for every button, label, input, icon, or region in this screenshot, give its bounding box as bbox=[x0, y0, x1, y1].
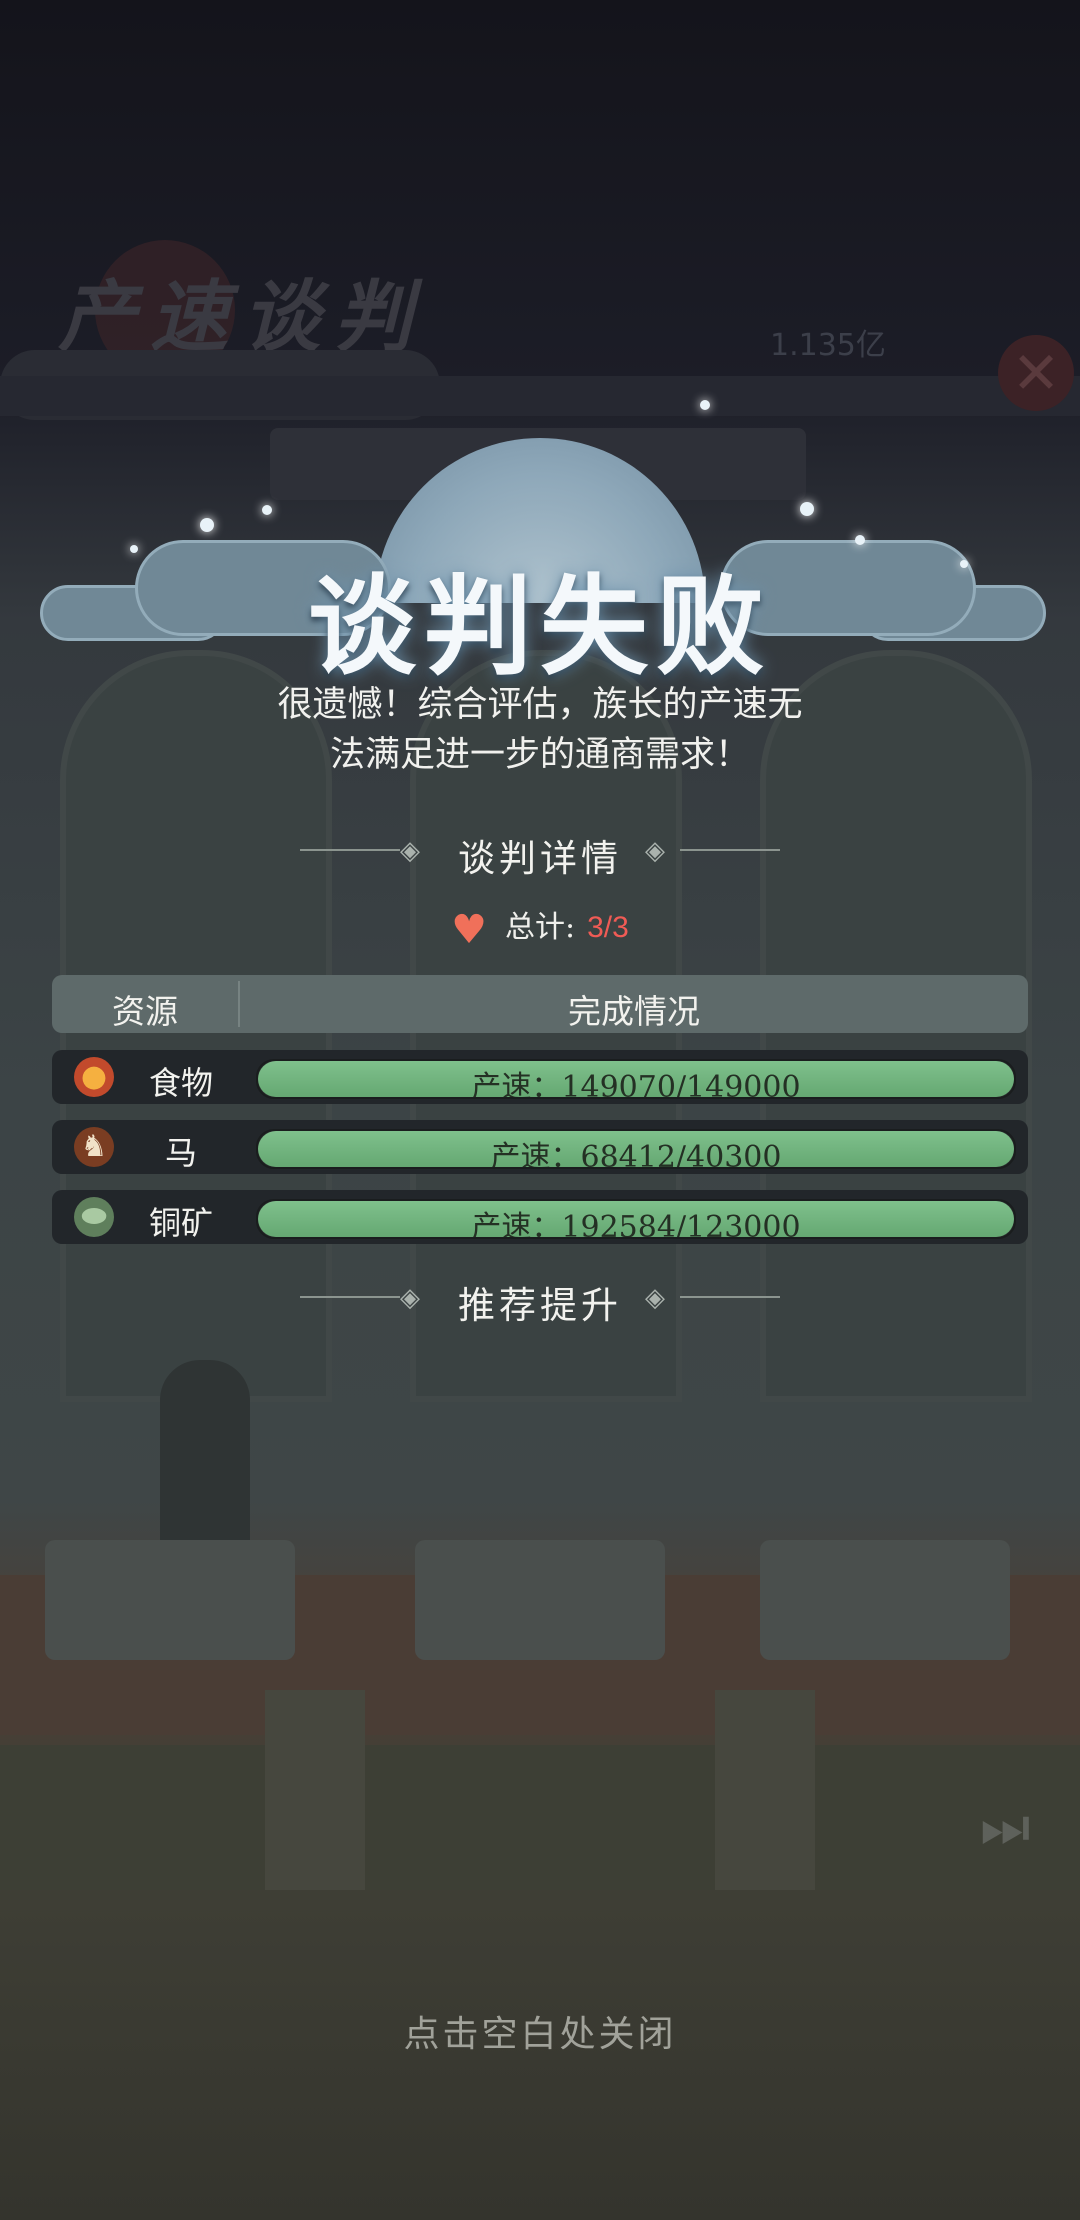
copper-ore-icon: ⬬ bbox=[74, 1197, 114, 1237]
resource-name: 食物 bbox=[148, 1064, 213, 1102]
details-heading-text: 谈判详情 bbox=[458, 837, 622, 880]
background-close-icon: ✕ bbox=[998, 335, 1074, 411]
ornament-icon: ◈ bbox=[645, 836, 665, 866]
progress-bar: 产速：68412/40300 bbox=[256, 1129, 1016, 1169]
star-decoration bbox=[200, 518, 214, 532]
divider-line bbox=[680, 849, 780, 851]
close-hint[interactable]: 点击空白处关闭 bbox=[0, 2005, 1080, 2057]
background-mat bbox=[45, 1540, 295, 1660]
horse-icon: ♞ bbox=[74, 1127, 114, 1167]
background-mat bbox=[415, 1540, 665, 1660]
resource-name: 马 bbox=[164, 1134, 197, 1172]
column-header-status: 完成情况 bbox=[568, 992, 700, 1031]
background-mat bbox=[760, 1540, 1010, 1660]
details-heading: ◈ 谈判详情 ◈ bbox=[0, 820, 1080, 880]
progress-text: 产速：68412/40300 bbox=[490, 1140, 782, 1169]
result-message-line: 很遗憾！综合评估，族长的产速无 bbox=[277, 685, 803, 725]
background-railing bbox=[0, 1745, 1080, 1890]
progress-text: 产速：192584/123000 bbox=[471, 1210, 801, 1239]
background-bar bbox=[0, 376, 1080, 416]
star-decoration bbox=[800, 502, 814, 516]
ornament-icon: ◈ bbox=[645, 1283, 665, 1313]
table-header: 资源 完成情况 bbox=[52, 975, 1028, 1033]
progress-bar: 产速：149070/149000 bbox=[256, 1059, 1016, 1099]
resource-name: 铜矿 bbox=[148, 1204, 213, 1242]
total-label: 总计: bbox=[505, 910, 576, 945]
food-icon: ● bbox=[74, 1057, 114, 1097]
star-decoration bbox=[700, 400, 710, 410]
table-row: ♞ 马 产速：68412/40300 bbox=[52, 1120, 1028, 1174]
background-currency: 1.135亿 bbox=[770, 328, 886, 363]
column-header-resource: 资源 bbox=[112, 992, 178, 1031]
star-decoration bbox=[262, 505, 272, 515]
divider-line bbox=[680, 1296, 780, 1298]
recommend-heading-text: 推荐提升 bbox=[458, 1284, 622, 1327]
game-background: 产速谈判 1.135亿 ✕ bbox=[0, 0, 1080, 2220]
total-summary: ♥ 总计: 3/3 bbox=[0, 902, 1080, 953]
table-row: ● 食物 产速：149070/149000 bbox=[52, 1050, 1028, 1104]
result-message-line: 法满足进一步的通商需求！ bbox=[329, 735, 750, 775]
background-pillar bbox=[265, 1690, 365, 1890]
recommend-heading: ◈ 推荐提升 ◈ bbox=[0, 1267, 1080, 1327]
result-message: 很遗憾！综合评估，族长的产速无 法满足进一步的通商需求！ bbox=[190, 680, 890, 780]
skip-icon[interactable]: ⏭ bbox=[980, 1798, 1040, 1858]
background-pillar bbox=[715, 1690, 815, 1890]
total-value: 3/3 bbox=[587, 911, 629, 944]
heart-icon: ♥ bbox=[451, 907, 488, 953]
progress-bar: 产速：192584/123000 bbox=[256, 1199, 1016, 1239]
negotiation-failed-title: 谈判失败 bbox=[307, 564, 772, 690]
table-row: ⬬ 铜矿 产速：192584/123000 bbox=[52, 1190, 1028, 1244]
progress-text: 产速：149070/149000 bbox=[471, 1070, 801, 1099]
